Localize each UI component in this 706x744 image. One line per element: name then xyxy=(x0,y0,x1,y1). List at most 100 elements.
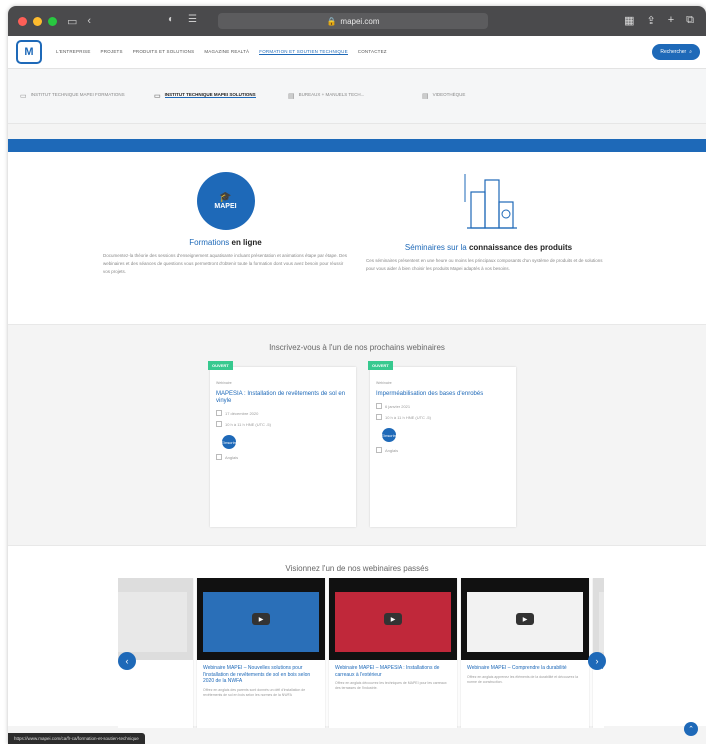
browser-toolbar: ▭ ‹ ◐ ☰ 🔒 mapei.com ▦ ⇪ + ⧉ xyxy=(8,6,706,36)
calendar-icon xyxy=(376,403,382,409)
past-webinar-slide[interactable]: ▶ Webinaire MAPEI – MAPESIA : Installatio… xyxy=(329,578,457,728)
play-icon[interactable]: ▶ xyxy=(384,613,402,625)
register-button[interactable]: S'inscrire xyxy=(381,428,397,442)
site-nav: M L'ENTREPRISE PROJETS PRODUITS ET SOLUTIO… xyxy=(8,36,706,69)
webinar-title[interactable]: Imperméabilisation des bases d'enrobés xyxy=(376,391,510,398)
kitchen-icon xyxy=(464,174,517,229)
webinar-card[interactable]: OUVERT Webinaire Imperméabilisation des ba… xyxy=(368,361,516,527)
clock-icon xyxy=(376,414,382,420)
subnav-label: BUREAUX + MANUELS TECH... xyxy=(298,92,365,97)
extensions-icon[interactable]: ▦ xyxy=(624,14,634,27)
status-bar-url: https://www.mapei.com/ca/fr-ca/formation… xyxy=(8,733,145,744)
subnav-icon: ▤ xyxy=(422,93,429,100)
video-thumbnail[interactable] xyxy=(118,578,193,660)
heading-pre: Séminaires sur la xyxy=(404,243,469,252)
video-thumbnail[interactable]: ▶ xyxy=(461,578,589,660)
language-text: Anglais xyxy=(225,454,239,460)
feature-desc: Ces séminaires présentent en une heure o… xyxy=(366,258,603,271)
browser-window: ▭ ‹ ◐ ☰ 🔒 mapei.com ▦ ⇪ + ⧉ M L'ENTREPRI… xyxy=(8,6,706,744)
language-icon xyxy=(216,454,222,460)
webinar-title[interactable]: MAPESIA : Installation de revêtements de… xyxy=(216,391,350,405)
zoom-window-button[interactable] xyxy=(48,16,57,26)
subnav-item[interactable]: ▤ BUREAUX + MANUELS TECH... xyxy=(276,92,410,100)
tabs-icon[interactable]: ⧉ xyxy=(686,14,694,27)
new-tab-icon[interactable]: + xyxy=(668,14,674,27)
webinar-date: 17 décembre 2020 xyxy=(216,410,356,416)
sidebar-icon[interactable]: ▭ xyxy=(67,15,77,28)
webinar-desc: Offrez en anglais découvrez les techniqu… xyxy=(335,681,447,690)
play-icon[interactable]: ▶ xyxy=(252,613,270,625)
back-icon[interactable]: ‹ xyxy=(87,15,91,27)
nav-item[interactable]: CONTACTEZ xyxy=(358,49,387,55)
minimize-window-button[interactable] xyxy=(33,16,42,26)
video-thumbnail[interactable] xyxy=(593,578,604,660)
section-title: Inscrivez-vous à l'un de nos prochains w… xyxy=(269,343,445,352)
register-button[interactable]: S'inscrire xyxy=(221,435,237,449)
mapei-logo-icon[interactable]: M xyxy=(16,40,42,64)
close-window-button[interactable] xyxy=(18,16,27,26)
graduation-cap-icon: 🎓 MAPEI xyxy=(196,172,255,230)
address-bar-url: mapei.com xyxy=(340,16,380,26)
calendar-icon xyxy=(216,410,222,416)
scroll-to-top-button[interactable]: ⌃ xyxy=(684,722,698,736)
nav-item[interactable]: PRODUITS ET SOLUTIONS xyxy=(133,49,195,55)
webinar-card[interactable]: OUVERT Webinaire MAPESIA : Installation de… xyxy=(208,361,356,527)
webinar-language: Anglais xyxy=(376,447,516,453)
video-thumbnail[interactable]: ▶ xyxy=(329,578,457,660)
webinar-time: 10 h à 11 h HNE (UTC -5) xyxy=(376,414,516,420)
webinar-cards: OUVERT Webinaire MAPESIA : Installation de… xyxy=(208,361,516,527)
address-bar[interactable]: 🔒 mapei.com xyxy=(218,13,488,29)
nav-item[interactable]: L'ENTREPRISE xyxy=(56,49,91,55)
webinar-time: 10 h à 11 h HNE (UTC -5) xyxy=(216,421,356,427)
webinar-type: Webinaire xyxy=(216,381,232,385)
date-text: 6 janvier 2021 xyxy=(385,403,411,409)
feature-desc: Documentez-la théorie des sessions d'ens… xyxy=(103,253,348,274)
privacy-icon[interactable]: ◐ xyxy=(168,14,174,25)
webinar-title[interactable]: Webinaire MAPEI – Nouvelles solutions po… xyxy=(203,665,319,685)
search-label: Rechercher xyxy=(660,49,687,55)
subnav-icon: ▭ xyxy=(154,93,161,100)
share-icon[interactable]: ⇪ xyxy=(646,14,655,27)
subnav-item[interactable]: ▤ VIDEOTHÈQUE xyxy=(410,92,544,100)
nav-item[interactable]: MAGAZINE REALTÀ xyxy=(204,49,249,55)
webinar-title[interactable]: Webinaire MAPEI – MAPESIA : Installation… xyxy=(335,665,451,678)
heading-bold: en ligne xyxy=(231,238,262,247)
sub-nav: ▭ INSTITUT TECHNIQUE MAPEI FORMATIONS ▭ INS… xyxy=(8,69,706,124)
webinar-date: 6 janvier 2021 xyxy=(376,403,516,409)
language-icon xyxy=(376,447,382,453)
section-title: Visionnez l'un de nos webinaires passés xyxy=(285,564,429,573)
feature-heading[interactable]: Formations en ligne xyxy=(103,238,348,247)
subnav-label: INSTITUT TECHNIQUE MAPEI SOLUTIONS xyxy=(164,92,256,98)
nav-item[interactable]: PROJETS xyxy=(101,49,123,55)
past-webinars-section: Visionnez l'un de nos webinaires passés … xyxy=(8,545,706,728)
feature-online-training: 🎓 MAPEI Formations en ligne Documentez-l… xyxy=(103,172,348,276)
past-webinars-carousel: …▶Webinaire MAPEI – Nouvelles solutions … xyxy=(118,578,604,728)
nav-item[interactable]: FORMATION ET SOUTIEN TECHNIQUE xyxy=(259,49,348,55)
webinar-language: Anglais xyxy=(216,454,356,460)
upcoming-webinars-section: Inscrivez-vous à l'un de nos prochains w… xyxy=(8,324,706,545)
past-webinar-slide[interactable]: ▶ Webinaire MAPEI – Comprendre la durabil… xyxy=(461,578,589,728)
features-section: 🎓 MAPEI Formations en ligne Documentez-l… xyxy=(8,152,706,324)
feature-heading[interactable]: Séminaires sur la connaissance des produ… xyxy=(366,243,611,252)
carousel-next-button[interactable]: › xyxy=(588,652,606,670)
search-button[interactable]: Rechercher ⌕ xyxy=(652,44,700,60)
main-menu: L'ENTREPRISE PROJETS PRODUITS ET SOLUTIONS… xyxy=(56,49,387,55)
lock-icon: 🔒 xyxy=(326,16,337,26)
video-thumbnail[interactable]: ▶ xyxy=(197,578,325,660)
reader-icon[interactable]: ☰ xyxy=(188,14,197,25)
carousel-prev-button[interactable]: ‹ xyxy=(118,652,136,670)
webinar-title[interactable]: Webinaire MAPEI – Comprendre la durabili… xyxy=(467,665,583,672)
play-icon[interactable]: ▶ xyxy=(516,613,534,625)
date-text: 17 décembre 2020 xyxy=(225,410,259,416)
subnav-item[interactable]: ▭ INSTITUT TECHNIQUE MAPEI SOLUTIONS xyxy=(142,92,276,100)
past-webinar-slide[interactable]: ▶ Webinaire MAPEI – Nouvelles solutions p… xyxy=(197,578,325,728)
subnav-item[interactable]: ▭ INSTITUT TECHNIQUE MAPEI FORMATIONS xyxy=(8,92,142,100)
status-badge: OUVERT xyxy=(368,361,393,370)
webinar-desc: Offrez en anglais des parents sont donné… xyxy=(203,687,306,697)
section-divider xyxy=(8,139,706,152)
status-badge: OUVERT xyxy=(208,361,233,370)
time-text: 10 h à 11 h HNE (UTC -5) xyxy=(225,421,271,427)
subnav-icon: ▭ xyxy=(20,93,27,100)
clock-icon xyxy=(216,421,222,427)
window-controls xyxy=(18,16,57,26)
